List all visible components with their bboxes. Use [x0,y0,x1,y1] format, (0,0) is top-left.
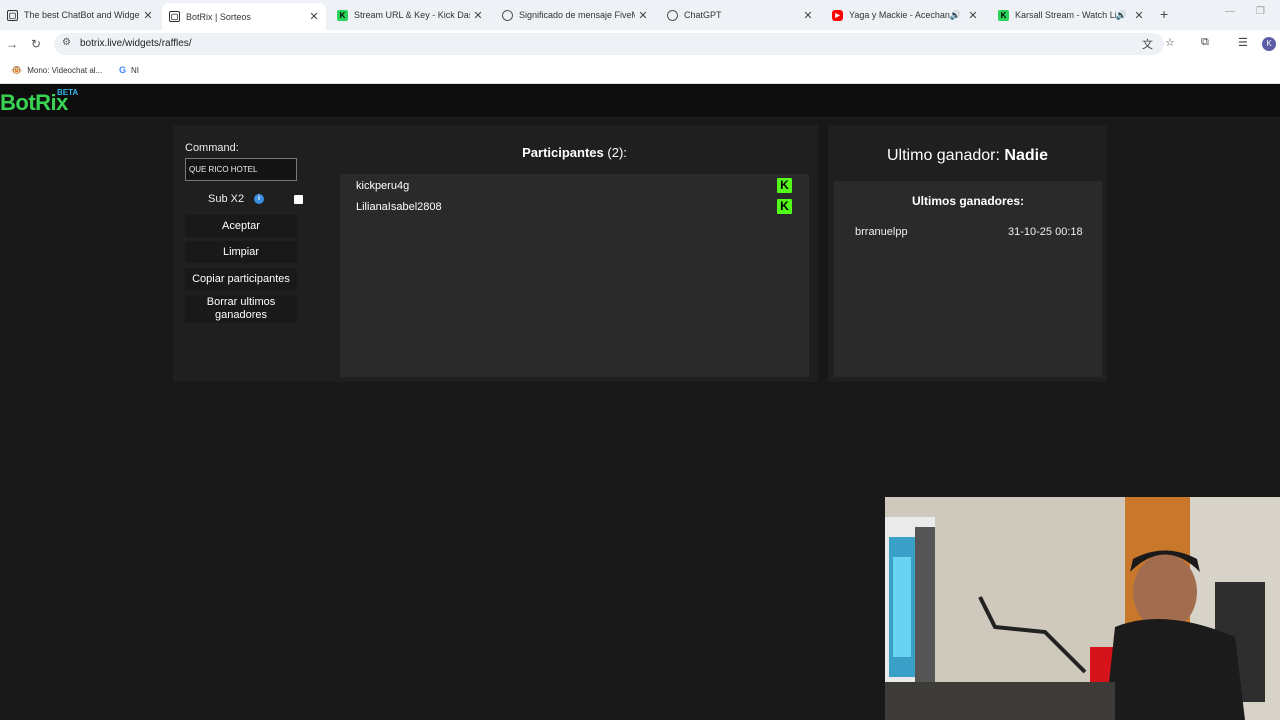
speaker-icon[interactable]: 🔊 [950,10,961,21]
reload-icon[interactable]: ↻ [31,37,41,51]
speaker-icon[interactable]: 🔊 [1116,10,1127,21]
botrix-favicon-icon: ▢ [169,11,180,22]
beta-badge: BETA [57,88,79,97]
close-icon[interactable]: ✕ [140,9,156,22]
accept-button[interactable]: Aceptar [185,215,297,237]
sub-x2-label: Sub X2 [208,193,245,205]
tab-fivem[interactable]: Significado de mensaje FiveM ✕ [495,2,655,28]
kick-icon: K [777,199,792,214]
minimize-icon[interactable]: — [1225,6,1235,17]
command-input[interactable]: QUE RICO HOTEL [185,158,297,181]
globe-icon [502,9,513,21]
copy-participants-button[interactable]: Copiar participantes [185,268,297,290]
last-winner: Ultimo ganador: Nadie [887,147,1048,164]
sub-x2-checkbox[interactable] [294,195,303,204]
tab-youtube[interactable]: ▶ Yaga y Mackie - Acechando 🔊 ✕ [825,2,985,28]
extensions-icon[interactable]: ⧉ [1201,36,1209,49]
tab-search-icon[interactable]: ☰ [1238,36,1248,49]
address-toolbar: → ↻ ⚙ botrix.live/widgets/raffles/ 文 ☆ [0,30,1280,58]
browser-tab-bar: ▢ The best ChatBot and Widgets ✕ ▢ BotRi… [0,0,1280,30]
bookmark-mono[interactable]: 🐵 Mono: Videochat al... [11,65,102,76]
close-icon[interactable]: ✕ [306,10,322,23]
webcam-overlay [885,497,1280,720]
botrix-favicon-icon: ▢ [7,9,18,21]
webcam-image [885,497,1280,720]
kick-icon: K [777,178,792,193]
chatgpt-favicon-icon [667,9,678,21]
close-icon[interactable]: ✕ [1131,9,1147,22]
tab-chatbot[interactable]: ▢ The best ChatBot and Widgets ✕ [0,2,160,28]
list-item: LilianaIsabel2808 [356,201,442,213]
winner-name: brranuelpp [855,226,908,238]
tab-kick-dashboard[interactable]: K Stream URL & Key - Kick Dashb ✕ [330,2,490,28]
tab-botrix-sorteos[interactable]: ▢ BotRix | Sorteos ✕ [162,3,326,30]
close-icon[interactable]: ✕ [635,9,651,22]
delete-winners-button[interactable]: Borrar ultimos ganadores [185,295,297,323]
participants-title: Participantes (2): [522,145,627,160]
bookmark-star-icon[interactable]: ☆ [1165,36,1175,49]
address-bar[interactable]: ⚙ botrix.live/widgets/raffles/ 文 ☆ [54,33,1175,55]
monkey-icon: 🐵 [11,65,23,75]
tab-chatgpt[interactable]: ChatGPT ✕ [660,2,820,28]
site-header: BotRix BETA [0,84,1280,118]
kick-favicon-icon: K [998,9,1009,21]
winners-list-title: Ultimos ganadores: [911,194,1025,208]
translate-icon[interactable]: 文 [1142,36,1153,52]
kick-favicon-icon: K [337,9,348,21]
site-settings-icon[interactable]: ⚙ [62,37,71,48]
bookmarks-bar: 🐵 Mono: Videochat al... G NI [0,58,1280,84]
youtube-favicon-icon: ▶ [832,9,843,21]
maximize-icon[interactable]: ❐ [1256,6,1265,17]
google-icon: G [119,65,127,75]
back-icon[interactable]: → [6,37,18,51]
tab-karsall-stream[interactable]: K Karsall Stream - Watch Live 🔊 ✕ [991,2,1151,28]
info-icon[interactable]: i [254,194,264,204]
close-icon[interactable]: ✕ [470,9,486,22]
url-text[interactable]: botrix.live/widgets/raffles/ [80,38,192,49]
close-icon[interactable]: ✕ [800,9,816,22]
winner-date: 31-10-25 00:18 [1008,226,1083,238]
clear-button[interactable]: Limpiar [185,241,297,263]
profile-avatar[interactable]: K [1262,37,1276,51]
winners-list [834,181,1102,377]
list-item: kickperu4g [356,180,410,192]
new-tab-icon[interactable]: + [1160,6,1168,22]
command-label: Command: [185,142,239,154]
bookmark-ni[interactable]: G NI [119,65,139,75]
close-icon[interactable]: ✕ [965,9,981,22]
